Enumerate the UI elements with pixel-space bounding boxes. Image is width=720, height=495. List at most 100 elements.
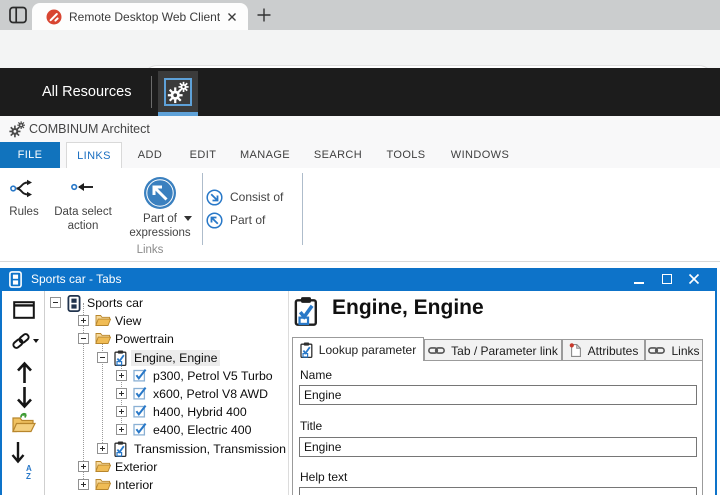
tree-item-label[interactable]: x600, Petrol V8 AWD bbox=[150, 386, 271, 402]
ribbon-tab-search[interactable]: SEARCH bbox=[308, 142, 368, 168]
minimize-icon[interactable] bbox=[634, 282, 644, 284]
ribbon-tab-windows[interactable]: WINDOWS bbox=[448, 142, 512, 168]
rules-icon[interactable] bbox=[10, 179, 36, 198]
panel-divider bbox=[288, 291, 289, 495]
clipboard-icon bbox=[294, 294, 318, 328]
tab-tab-parameter-link[interactable]: Tab / Parameter link bbox=[424, 339, 562, 361]
tree-item-label[interactable]: Engine, Engine bbox=[131, 349, 221, 366]
move-down-icon[interactable] bbox=[16, 386, 33, 409]
tree-item-label[interactable]: Transmission, Transmission bbox=[131, 441, 288, 457]
ribbon-tab-add[interactable]: ADD bbox=[128, 142, 172, 168]
tree-item-label[interactable]: p300, Petrol V5 Turbo bbox=[150, 368, 276, 384]
tab-label: Tab / Parameter link bbox=[451, 343, 558, 358]
tree-item-label[interactable]: Interior bbox=[112, 477, 156, 493]
consist-of-menu-item[interactable]: Consist of bbox=[230, 190, 283, 204]
ribbon-tab-manage[interactable]: MANAGE bbox=[234, 142, 296, 168]
tree-item-label[interactable]: e400, Electric 400 bbox=[150, 422, 254, 438]
combinum-app-tile[interactable] bbox=[158, 71, 198, 112]
sort-az-icon[interactable] bbox=[11, 441, 25, 464]
ribbon-tab-edit[interactable]: EDIT bbox=[180, 142, 226, 168]
new-tab-button[interactable] bbox=[256, 7, 272, 23]
tree-item: View bbox=[46, 312, 288, 330]
divider bbox=[151, 76, 152, 108]
tree-item-label[interactable]: Sports car bbox=[84, 295, 146, 311]
gears-icon bbox=[167, 81, 189, 103]
page-icon bbox=[569, 343, 582, 358]
window-title: Sports car - Tabs bbox=[31, 272, 122, 286]
data-select-action-icon[interactable] bbox=[71, 180, 95, 194]
tree-item-label[interactable]: View bbox=[112, 313, 144, 329]
folder-icon bbox=[95, 477, 111, 493]
browser-tab[interactable]: Remote Desktop Web Client bbox=[32, 3, 248, 30]
maximize-icon[interactable] bbox=[662, 274, 672, 284]
part-of-menu-item[interactable]: Part of bbox=[230, 213, 265, 227]
tree-item-label[interactable]: Exterior bbox=[112, 459, 160, 475]
browser-tab-strip: Remote Desktop Web Client bbox=[0, 0, 720, 30]
collapse-icon[interactable] bbox=[50, 297, 61, 308]
checkbox-icon bbox=[133, 422, 149, 438]
chevron-down-icon[interactable] bbox=[33, 339, 39, 343]
move-up-icon[interactable] bbox=[16, 361, 33, 384]
circle-arrow-upleft-icon[interactable] bbox=[206, 212, 223, 229]
part-of-expressions-icon[interactable] bbox=[143, 176, 177, 210]
tabs-window-icon bbox=[9, 271, 22, 288]
ribbon-tab-file[interactable]: FILE bbox=[0, 142, 60, 168]
collapse-icon[interactable] bbox=[78, 333, 89, 345]
tree-item: Sports car bbox=[46, 294, 288, 312]
tab-attributes[interactable]: Attributes bbox=[562, 339, 645, 361]
expand-icon[interactable] bbox=[116, 424, 127, 436]
chevron-down-icon[interactable] bbox=[184, 216, 192, 221]
ribbon-tab-tools[interactable]: TOOLS bbox=[380, 142, 432, 168]
webclient-header-bar: All Resources bbox=[0, 68, 720, 168]
window-toolbar: AZ bbox=[2, 291, 45, 495]
tab-lookup-parameter[interactable]: Lookup parameter bbox=[292, 337, 424, 361]
folder-icon bbox=[95, 331, 111, 347]
tree-item: Exterior bbox=[46, 458, 288, 476]
link-icon[interactable] bbox=[11, 331, 31, 351]
collapse-icon[interactable] bbox=[97, 351, 108, 363]
all-resources-label[interactable]: All Resources bbox=[42, 68, 131, 116]
field-input-help-text[interactable] bbox=[299, 487, 697, 495]
tree-item-label[interactable]: h400, Hybrid 400 bbox=[150, 404, 250, 420]
tab-content-panel bbox=[292, 360, 703, 495]
expand-icon[interactable] bbox=[97, 442, 108, 454]
link-icon bbox=[648, 345, 666, 356]
tree-item-label[interactable]: Powertrain bbox=[112, 331, 177, 347]
gears-icon bbox=[8, 120, 26, 138]
folder-icon bbox=[95, 459, 111, 475]
tab-links[interactable]: Links bbox=[645, 339, 703, 361]
window-titlebar[interactable]: Sports car - Tabs bbox=[0, 268, 717, 291]
tabs-icon bbox=[67, 295, 83, 312]
open-folder-icon[interactable] bbox=[11, 412, 36, 433]
tree-item: p300, Petrol V5 Turbo bbox=[46, 367, 288, 385]
tab-label: Attributes bbox=[587, 343, 639, 358]
expand-icon[interactable] bbox=[116, 388, 127, 399]
app-tile-frame bbox=[164, 77, 192, 106]
data-select-action-button[interactable]: Data select action bbox=[51, 205, 115, 233]
screen: Remote Desktop Web Client https://rdweb.… bbox=[0, 0, 720, 495]
tree-item: Interior bbox=[46, 476, 288, 494]
expand-icon[interactable] bbox=[78, 315, 89, 327]
clipboard-icon bbox=[114, 350, 130, 366]
expand-icon[interactable] bbox=[116, 406, 127, 418]
tab-actions-menu-icon[interactable] bbox=[8, 6, 28, 24]
remote-desktop-favicon-icon bbox=[46, 9, 62, 25]
tree-item: h400, Hybrid 400 bbox=[46, 403, 288, 421]
field-input-name[interactable] bbox=[299, 385, 697, 405]
app-titlebar: COMBINUM Architect bbox=[0, 116, 720, 142]
new-tab-page-icon[interactable] bbox=[13, 301, 35, 319]
browser-navbar: https://rdweb.wvd.microsoft.com/arm/webc… bbox=[0, 30, 720, 93]
tree-item: Engine, Engine bbox=[46, 349, 288, 367]
ribbon-group-links: Rules Data select action Part of express… bbox=[0, 168, 720, 262]
close-icon[interactable] bbox=[688, 273, 700, 285]
field-input-title[interactable] bbox=[299, 437, 697, 457]
checkbox-icon bbox=[133, 368, 149, 384]
circle-arrow-downright-icon[interactable] bbox=[206, 189, 223, 206]
window-border bbox=[715, 268, 717, 495]
ribbon-tab-links[interactable]: LINKS bbox=[66, 142, 122, 169]
expand-icon[interactable] bbox=[78, 479, 89, 490]
rules-button[interactable]: Rules bbox=[0, 205, 48, 219]
tab-close-icon[interactable] bbox=[224, 9, 240, 25]
expand-icon[interactable] bbox=[78, 460, 89, 472]
expand-icon[interactable] bbox=[116, 369, 127, 381]
